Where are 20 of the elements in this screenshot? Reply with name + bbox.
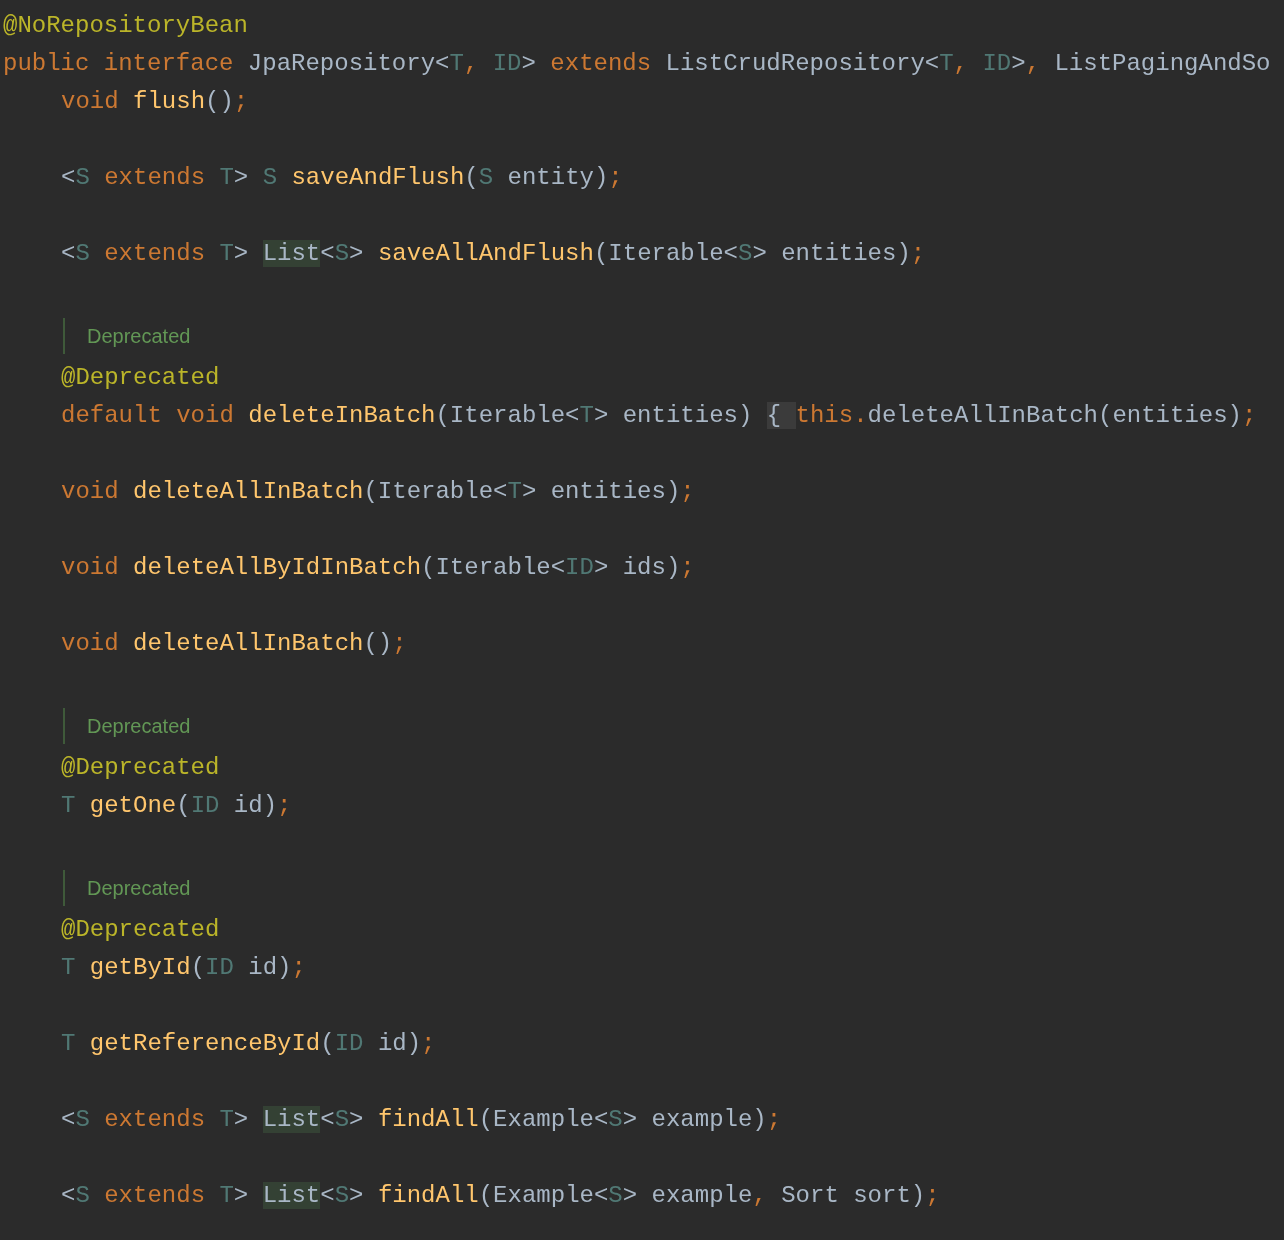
code-line: T getById(ID id); bbox=[61, 953, 306, 983]
code-line: T getOne(ID id); bbox=[61, 791, 292, 821]
doc-comment: Deprecated bbox=[63, 870, 191, 906]
doc-comment: Deprecated bbox=[63, 708, 191, 744]
code-line: <S extends T> List<S> findAll(Example<S> example); bbox=[61, 1105, 782, 1135]
code-line: <S extends T> List<S> findAll(Example<S> example, Sort sort); bbox=[61, 1181, 940, 1211]
code-line: void deleteAllInBatch(Iterable<T> entities); bbox=[61, 477, 695, 507]
code-line: void deleteAllInBatch(); bbox=[61, 629, 407, 659]
code-line: @Deprecated bbox=[61, 753, 220, 783]
code-line: <S extends T> List<S> saveAllAndFlush(Iterable<S> entities); bbox=[61, 239, 926, 269]
code-line: void flush(); bbox=[61, 87, 249, 117]
code-line: @NoRepositoryBean bbox=[3, 11, 248, 41]
code-line: <S extends T> S saveAndFlush(S entity); bbox=[61, 163, 623, 193]
code-line: @Deprecated bbox=[61, 915, 220, 945]
code-line: default void deleteInBatch(Iterable<T> entities) { this.deleteAllInBatch(entities); bbox=[61, 401, 1257, 431]
code-line: T getReferenceById(ID id); bbox=[61, 1029, 436, 1059]
doc-comment: Deprecated bbox=[63, 318, 191, 354]
code-line: @Deprecated bbox=[61, 363, 220, 393]
code-line: void deleteAllByIdInBatch(Iterable<ID> ids); bbox=[61, 553, 695, 583]
code-line: public interface JpaRepository<T, ID> extends ListCrudRepository<T, ID>, ListPagingAndSo bbox=[3, 49, 1271, 79]
